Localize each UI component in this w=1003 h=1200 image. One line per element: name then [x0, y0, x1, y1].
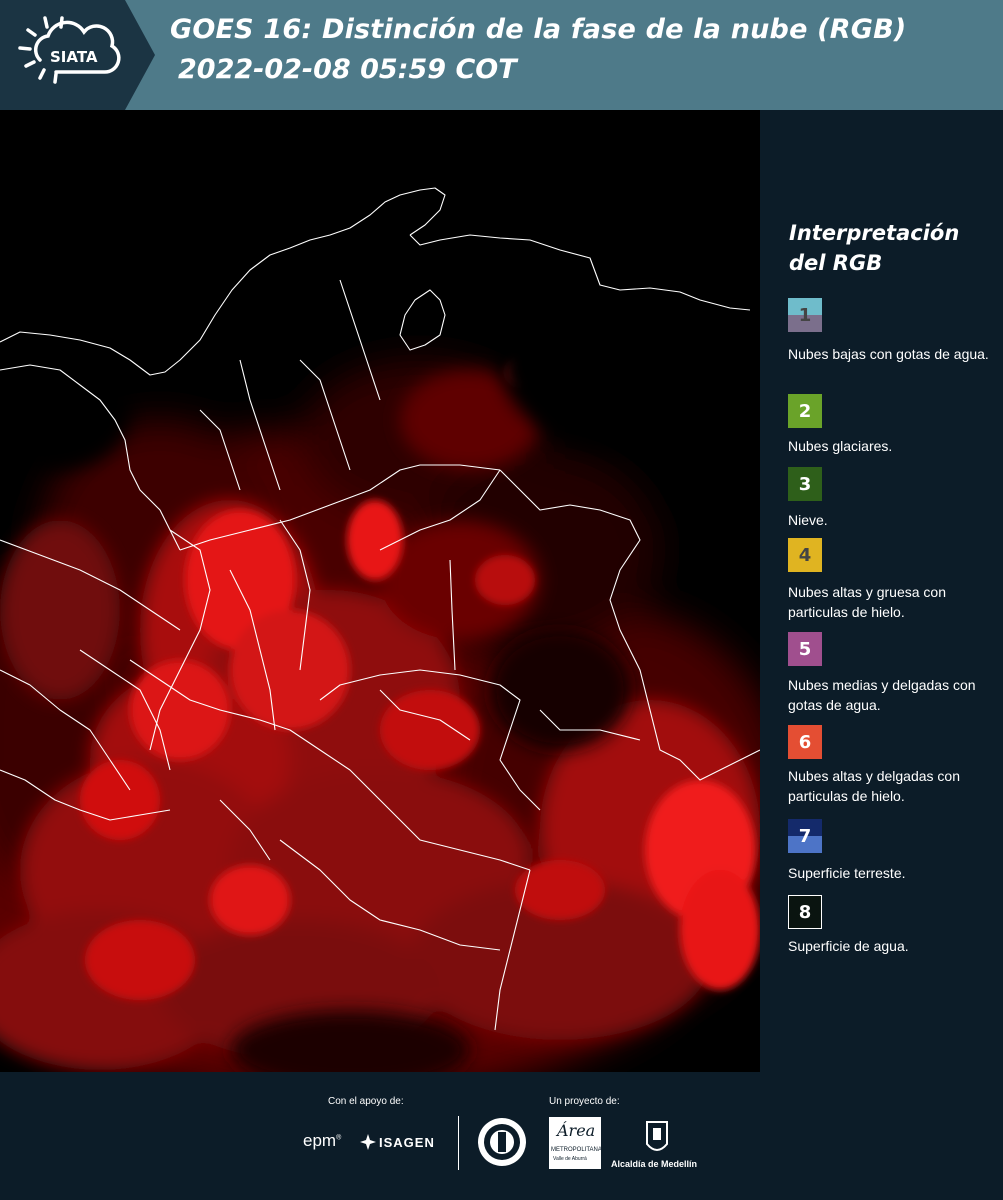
page-timestamp: 2022-02-08 05:59 COT [178, 54, 517, 85]
siata-logo-block: SIATA [0, 0, 155, 110]
legend-swatch-5: 5 [788, 632, 822, 666]
footer-divider [458, 1116, 459, 1170]
legend-label-1: Nubes bajas con gotas de agua. [788, 346, 989, 362]
legend-number-3: 3 [798, 473, 812, 495]
alcaldia-shield-icon [646, 1121, 668, 1151]
legend-swatch-3: 3 [788, 467, 822, 501]
legend-swatch-1: 1 [788, 298, 822, 332]
legend-label-8: Superficie de agua. [788, 938, 909, 954]
area-logo-text: Área [557, 1121, 596, 1140]
rgb-composite-map [0, 110, 760, 1072]
legend-panel: Interpretación del RGB 1 Nubes bajas con… [760, 110, 1003, 1072]
seal-logo [478, 1118, 526, 1166]
legend-title-line1: Interpretación [789, 221, 960, 245]
legend-label-7: Superficie terreste. [788, 865, 906, 881]
area-metropolitana-logo: Área METROPOLITANA Valle de Aburrá [549, 1117, 602, 1169]
legend-swatch-8: 8 [788, 895, 822, 929]
satellite-image [0, 110, 760, 1072]
legend-number-6: 6 [798, 731, 812, 753]
legend-number-4: 4 [798, 544, 812, 566]
legend-title-line2: del RGB [789, 251, 883, 275]
legend-label-5: Nubes medias y delgadas con gotas de agu… [788, 677, 976, 713]
page-title: GOES 16: Distinción de la fase de la nub… [170, 14, 907, 45]
legend-label-3: Nieve. [788, 512, 828, 528]
siata-logo-text: SIATA [50, 48, 98, 66]
alcaldia-text: Alcaldía de Medellín [611, 1159, 698, 1169]
legend-label-4: Nubes altas y gruesa con particulas de h… [788, 584, 946, 620]
legend-number-5: 5 [798, 638, 812, 660]
legend-label-2: Nubes glaciares. [788, 438, 893, 454]
project-caption: Un proyecto de: [549, 1096, 620, 1107]
legend-number-7: 7 [798, 825, 812, 847]
legend-swatch-7: 7 [788, 819, 822, 853]
isagen-logo-text: ISAGEN [379, 1135, 435, 1150]
area-logo-sub: METROPOLITANA [551, 1147, 602, 1153]
isagen-icon [360, 1134, 376, 1150]
legend-swatch-4: 4 [788, 538, 822, 572]
epm-logo-text: epm [303, 1131, 337, 1150]
legend-number-8: 8 [798, 901, 812, 923]
legend-label-6: Nubes altas y delgadas con particulas de… [788, 768, 960, 804]
legend-swatch-6: 6 [788, 725, 822, 759]
footer: Con el apoyo de: Un proyecto de: epm® IS… [0, 1072, 1003, 1200]
legend-number-2: 2 [798, 400, 812, 422]
area-logo-sub2: Valle de Aburrá [553, 1156, 587, 1162]
header-banner: SIATA GOES 16: Distinción de la fase de … [0, 0, 1003, 110]
legend-swatch-2: 2 [788, 394, 822, 428]
legend-number-1: 1 [798, 304, 812, 326]
epm-logo: epm® [303, 1131, 342, 1150]
support-caption: Con el apoyo de: [328, 1096, 404, 1107]
legend-title: Interpretación del RGB [789, 218, 989, 278]
